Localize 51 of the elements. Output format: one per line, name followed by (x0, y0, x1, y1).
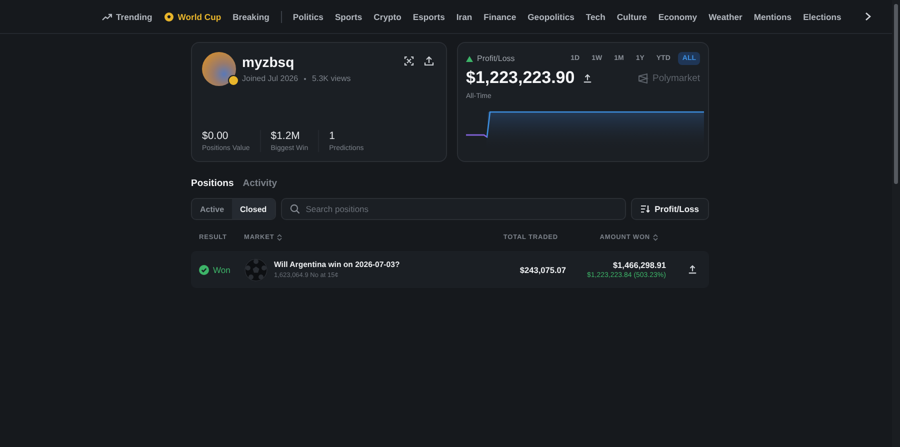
category-tab[interactable]: Economy (658, 10, 698, 24)
category-tab[interactable]: Breaking (232, 10, 270, 24)
category-tab[interactable]: Finance (484, 10, 516, 24)
amount-won: $1,466,298.91 (612, 260, 666, 270)
soccer-ball-icon (244, 258, 268, 282)
share-icon[interactable] (582, 74, 592, 82)
chevron-right-icon[interactable] (864, 12, 871, 21)
category-tab[interactable]: Elections (803, 10, 842, 24)
soccer-ball-icon (164, 12, 174, 22)
category-tab[interactable]: Iran (456, 10, 472, 24)
expand-icon[interactable] (404, 56, 414, 66)
logo-icon (638, 72, 650, 84)
category-tab[interactable]: Crypto (374, 10, 402, 24)
toggle-option[interactable]: Active (192, 199, 232, 219)
category-tab[interactable]: Weather (708, 10, 742, 24)
joined-date: Joined Jul 2026 (242, 74, 298, 83)
brand-name: Polymarket (652, 72, 700, 84)
stat-value: 1 (329, 130, 336, 142)
category-tab[interactable]: Geopolitics (528, 10, 574, 24)
stat-value: $1.2M (270, 130, 301, 142)
category-tab[interactable]: Culture (616, 10, 647, 24)
username: myzbsq (242, 54, 296, 70)
trend-up-icon (102, 12, 112, 20)
profit-amount: $1,223,223.90 (466, 68, 575, 88)
card-title: Profit/Loss (477, 54, 515, 63)
category-tab[interactable]: Mentions (754, 10, 792, 24)
share-icon[interactable] (424, 56, 434, 66)
category-tab[interactable]: World Cup (164, 10, 222, 24)
section-tab[interactable]: Positions (191, 178, 234, 189)
result-label: Won (213, 264, 230, 274)
triangle-up-icon (466, 56, 473, 62)
sort-button[interactable]: Profit/Loss (630, 198, 709, 220)
toggle-option[interactable]: Closed (232, 199, 275, 219)
sort-icon (640, 205, 650, 213)
view-count: 5.3K views (312, 74, 351, 83)
separator-dot (304, 78, 306, 80)
search-icon (290, 204, 300, 214)
scrollbar[interactable] (892, 0, 900, 447)
share-icon[interactable] (688, 265, 697, 274)
search-field[interactable]: Search positions (280, 198, 626, 220)
category-tab[interactable]: Politics (292, 10, 324, 24)
section-tab[interactable]: Activity (242, 178, 278, 189)
category-tab[interactable]: Tech (586, 10, 606, 24)
category-tab[interactable]: Esports (412, 10, 445, 24)
category-tab[interactable]: Sports (334, 10, 362, 24)
sort-arrows-icon[interactable] (653, 234, 658, 240)
badge-icon (228, 75, 239, 86)
stat-value: $0.00 (202, 130, 230, 142)
total-traded: $243,075.07 (518, 264, 566, 274)
category-tab[interactable]: Trending (102, 10, 152, 24)
sort-arrows-icon[interactable] (277, 234, 282, 240)
